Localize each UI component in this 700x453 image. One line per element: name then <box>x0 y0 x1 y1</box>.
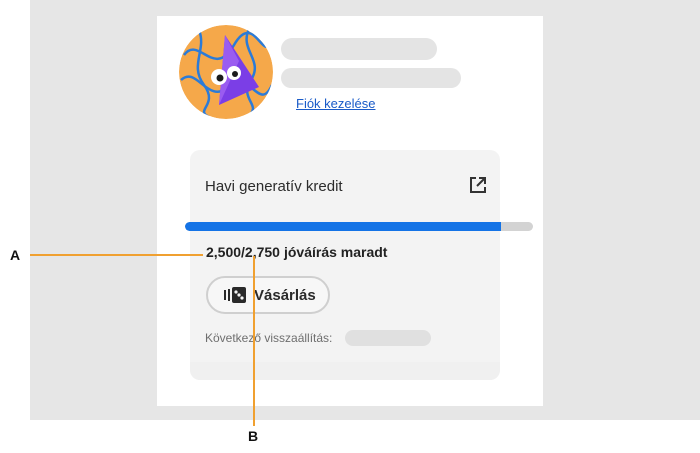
open-external-icon[interactable] <box>468 175 488 195</box>
remaining-credits: 2,500/2,750 jóváírás maradt <box>206 244 387 260</box>
buy-credits-button[interactable]: Vásárlás <box>206 276 330 314</box>
next-reset-date-placeholder <box>345 330 431 346</box>
callout-label-a: A <box>10 247 21 263</box>
credit-progress-bar <box>185 222 533 231</box>
account-name-placeholder <box>281 38 437 60</box>
avatar-illustration-icon <box>179 25 273 119</box>
manage-account-link[interactable]: Fiók kezelése <box>296 96 375 111</box>
callout-line-a <box>30 254 203 256</box>
credit-card-title: Havi generatív kredit <box>205 178 343 195</box>
callout-line-b <box>253 256 255 426</box>
account-email-placeholder <box>281 68 461 88</box>
avatar[interactable] <box>179 25 273 119</box>
credit-progress-fill <box>185 222 502 231</box>
next-reset-label: Következő visszaállítás: <box>205 331 333 345</box>
buy-button-label: Vásárlás <box>254 286 316 304</box>
remaining-credits-label: jóváírás maradt <box>283 244 388 260</box>
remaining-credits-count: 2,500/2,750 <box>206 244 280 260</box>
credit-card-footer <box>190 362 500 380</box>
credits-icon <box>224 287 246 303</box>
callout-label-b: B <box>248 428 259 444</box>
